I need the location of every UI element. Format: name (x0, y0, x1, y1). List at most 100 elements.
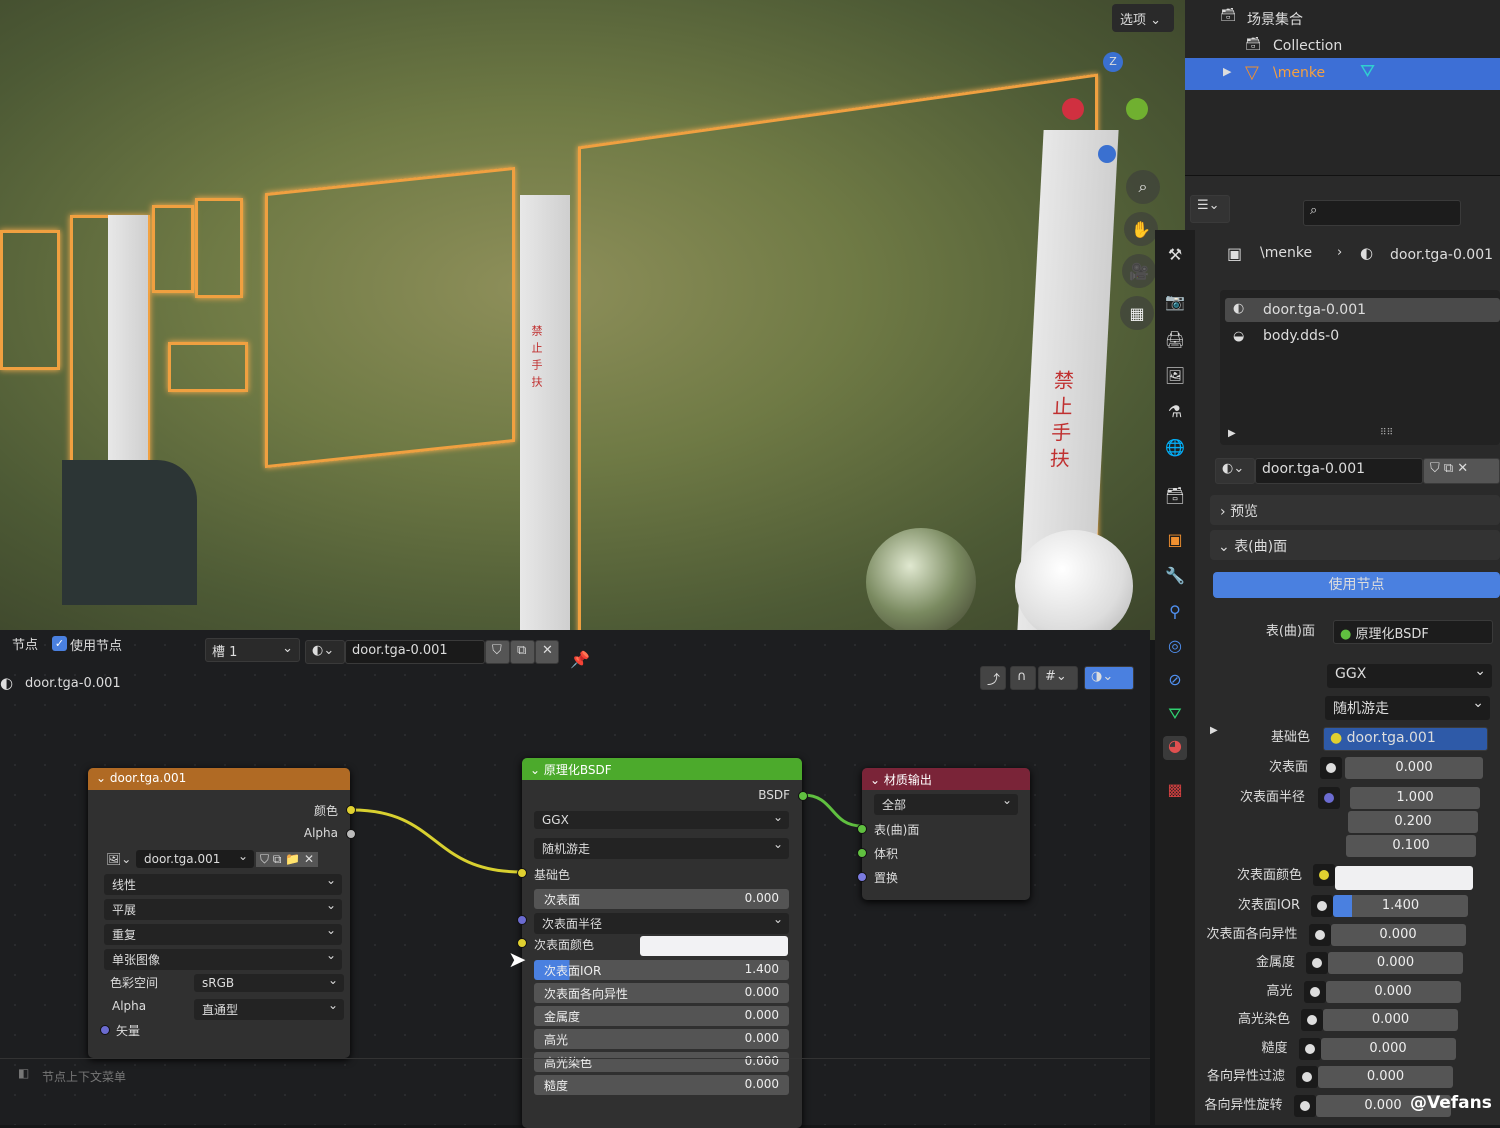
render-tab-icon[interactable]: 📷 (1163, 292, 1187, 316)
output-alpha-socket[interactable] (346, 829, 356, 839)
property-socket-button[interactable] (1298, 1037, 1321, 1060)
property-socket-button[interactable] (1293, 1094, 1316, 1117)
specular-tint-slider[interactable]: 高光染色 0.000 (534, 1052, 789, 1072)
object-tab-icon[interactable]: ▣ (1163, 530, 1187, 554)
output-color-socket[interactable] (346, 805, 356, 815)
surface-shader-field[interactable]: ● 原理化BSDF (1333, 620, 1493, 644)
world-tab-icon[interactable]: 🌐 (1163, 438, 1187, 462)
texture-tab-icon[interactable]: ▩ (1163, 780, 1187, 804)
surface-input-socket[interactable] (857, 824, 867, 834)
material-slot-list[interactable]: ◐ door.tga-0.001 ◒ body.dds-0 ▶ ⠿⠿ (1220, 290, 1500, 445)
image-browse-icon[interactable]: 🖼⌄ (106, 852, 131, 866)
principled-bsdf-node[interactable]: ⌄ 原理化BSDF BSDF GGX 随机游走 基础色 次表面 0.000 次表面… (517, 758, 808, 1128)
subsurface-color-socket[interactable] (517, 938, 527, 948)
alpha-mode-dropdown[interactable]: 直通型 (194, 998, 344, 1020)
expand-arrow-icon[interactable]: ▶ (1223, 65, 1231, 78)
subsurface-radius-z-field[interactable]: 0.100 (1346, 835, 1476, 857)
volume-input-socket[interactable] (857, 848, 867, 858)
outliner-scene-collection[interactable]: 场景集合 (1247, 9, 1303, 29)
surface-panel-header[interactable]: ⌄ 表(曲)面 (1210, 530, 1500, 560)
gizmo-z-axis[interactable]: Z (1103, 52, 1123, 72)
modifier-wrench-icon[interactable]: 🔧 (1163, 566, 1187, 590)
subsurface-radius-x-field[interactable]: 1.000 (1350, 787, 1480, 809)
use-nodes-button[interactable]: 使用节点 (1213, 572, 1500, 598)
displacement-input-socket[interactable] (857, 872, 867, 882)
subsurface-slider[interactable]: 次表面 0.000 (534, 889, 789, 909)
mesh-data-tab-icon[interactable]: ⛛ (1163, 704, 1187, 728)
distribution-dropdown[interactable]: GGX (1327, 663, 1492, 688)
subsurface-color-socket-button[interactable] (1313, 864, 1335, 886)
subsurface-method-dropdown[interactable]: 随机游走 (534, 837, 789, 859)
property-value-field[interactable]: 0.000 (1328, 952, 1463, 974)
outliner-row-selected[interactable]: ▶ ▽ \menke ⛛ (1185, 58, 1500, 90)
particles-tab-icon[interactable]: ⚲ (1163, 602, 1187, 626)
source-dropdown[interactable]: 单张图像 (104, 948, 342, 970)
bsdf-node-header[interactable]: ⌄ 原理化BSDF (522, 758, 802, 780)
distribution-dropdown[interactable]: GGX (534, 810, 789, 829)
projection-dropdown[interactable]: 平展 (104, 898, 342, 920)
property-socket-button[interactable] (1311, 895, 1333, 917)
property-socket-button[interactable] (1306, 952, 1328, 974)
subsurface-radius-dropdown[interactable]: 次表面半径 (534, 912, 789, 934)
base-color-socket[interactable] (517, 868, 527, 878)
property-value-field[interactable]: 0.000 (1330, 923, 1466, 946)
hand-pan-icon[interactable]: ✋ (1124, 212, 1158, 246)
view-layer-tab-icon[interactable]: 🖼 (1163, 366, 1187, 390)
shader-node-editor[interactable]: 节点 ✓ 使用节点 槽 1 ⌄ ◐⌄ door.tga-0.001 ⛉ ⧉ ✕ 📌… (0, 630, 1150, 1128)
property-value-field[interactable]: 0.000 (1323, 1009, 1458, 1031)
subsurface-color-swatch[interactable] (1335, 866, 1473, 890)
gizmo-y-axis[interactable] (1126, 98, 1148, 120)
material-tab-icon[interactable]: ◕ (1163, 736, 1187, 760)
image-node-header[interactable]: ⌄ door.tga.001 (88, 768, 350, 790)
material-browse-icon[interactable]: ◐⌄ (1215, 458, 1255, 484)
roughness-slider[interactable]: 糙度 0.000 (534, 1075, 789, 1095)
metallic-slider[interactable]: 金属度 0.000 (534, 1006, 789, 1026)
image-fake-user-icon[interactable]: ⛉ ⧉ 📁 ✕ (256, 852, 319, 867)
output-node-header[interactable]: ⌄ 材质输出 (862, 768, 1030, 790)
zoom-icon[interactable]: ⌕ (1126, 170, 1160, 204)
subsurface-method-dropdown[interactable]: 随机游走 (1325, 695, 1490, 720)
specular-slider[interactable]: 高光 0.000 (534, 1029, 789, 1049)
outliner[interactable]: 🗃 场景集合 🗃 Collection ▶ ▽ \menke ⛛ (1185, 0, 1500, 175)
subsurface-radius-socket[interactable] (517, 915, 527, 925)
subsurface-field[interactable]: 0.000 (1345, 757, 1483, 779)
editor-type-icon[interactable]: ☰⌄ (1190, 195, 1230, 223)
physics-tab-icon[interactable]: ◎ (1163, 636, 1187, 660)
grid-ortho-icon[interactable]: ▦ (1120, 296, 1154, 330)
property-value-field[interactable]: 0.000 (1325, 980, 1461, 1003)
gizmo-neg-z[interactable] (1098, 145, 1116, 163)
output-tab-icon[interactable]: 🖨 (1163, 330, 1187, 354)
bsdf-output-socket[interactable] (798, 791, 808, 801)
material-name-field[interactable]: door.tga-0.001 (1255, 458, 1423, 484)
interpolation-dropdown[interactable]: 线性 (104, 873, 342, 895)
mesh-data-icon[interactable]: ⛛ (1360, 61, 1375, 82)
preview-panel-header[interactable]: › 预览 (1210, 495, 1500, 525)
image-texture-node[interactable]: ⌄ door.tga.001 颜色 Alpha 🖼⌄ door.tga.001 … (88, 768, 356, 1058)
camera-icon[interactable]: 🎥 (1122, 254, 1156, 288)
property-socket-button[interactable] (1308, 923, 1331, 946)
constraints-tab-icon[interactable]: ⊘ (1163, 670, 1187, 694)
material-user-buttons[interactable]: ⛉ ⧉ ✕ (1423, 458, 1500, 484)
material-output-node[interactable]: ⌄ 材质输出 全部 表(曲)面 体积 置换 (857, 768, 1030, 900)
scene-tab-icon[interactable]: ⚗ (1163, 402, 1187, 426)
options-dropdown[interactable]: 选项 ⌄ (1112, 4, 1174, 32)
subsurface-radius-socket-button[interactable] (1318, 787, 1340, 809)
property-socket-button[interactable] (1303, 980, 1326, 1003)
outliner-collection[interactable]: Collection (1273, 38, 1342, 54)
property-socket-button[interactable] (1301, 1009, 1323, 1031)
tool-tab-icon[interactable]: ⚒ (1163, 245, 1187, 269)
resize-handle-icon[interactable]: ⠿⠿ (1380, 428, 1393, 438)
subsurface-socket-button[interactable] (1320, 757, 1342, 779)
extension-dropdown[interactable]: 重复 (104, 923, 342, 945)
property-value-field[interactable]: 0.000 (1318, 1066, 1453, 1088)
subsurface-radius-y-field[interactable]: 0.200 (1348, 811, 1478, 833)
gizmo-x-axis[interactable] (1062, 98, 1084, 120)
subsurface-color-swatch[interactable] (640, 936, 788, 956)
property-value-field[interactable]: 0.000 (1320, 1037, 1456, 1060)
expand-arrow-icon[interactable]: ▶ (1228, 428, 1236, 439)
colorspace-dropdown[interactable]: sRGB (194, 973, 344, 992)
output-target-dropdown[interactable]: 全部 (874, 793, 1018, 815)
subsurface-anisotropy-slider[interactable]: 次表面各向异性 0.000 (534, 983, 789, 1003)
property-value-field[interactable]: 1.400 (1333, 895, 1468, 917)
property-socket-button[interactable] (1296, 1066, 1318, 1088)
